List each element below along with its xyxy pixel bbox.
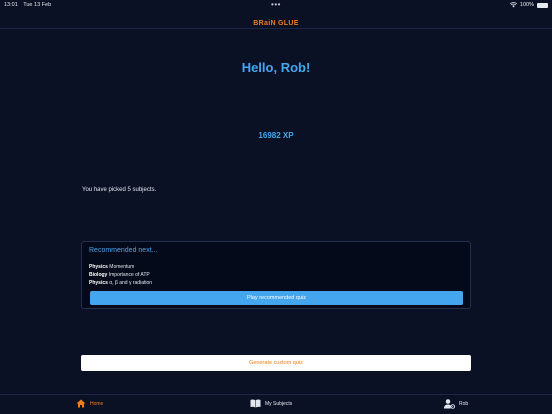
play-recommended-quiz-button[interactable]: Play recommended quiz <box>90 291 463 305</box>
xp-total: 16982 XP <box>258 131 294 140</box>
generate-custom-quiz-button[interactable]: Generate custom quiz <box>81 355 471 371</box>
home-icon <box>76 399 86 408</box>
status-right: 100% <box>509 2 548 8</box>
tab-bar: Home My Subjects Rob <box>0 394 552 414</box>
recommended-subject: Physics <box>89 280 108 286</box>
status-left: 13:01 Tue 13 Feb <box>4 2 55 8</box>
recommended-item: Physics α, β and γ radiation <box>89 279 152 287</box>
picked-subjects-text: You have picked 5 subjects. <box>82 187 157 193</box>
recommended-topic: Momentum <box>109 264 135 270</box>
multitasking-dots-icon[interactable]: ••• <box>271 0 281 9</box>
recommended-title: Recommended next... <box>89 247 158 254</box>
book-icon <box>250 399 261 408</box>
battery-percent: 100% <box>519 2 534 8</box>
battery-icon <box>537 2 548 8</box>
status-date: Tue 13 Feb <box>23 2 52 8</box>
app-screen: 13:01 Tue 13 Feb ••• 100% BRaiN GLUE Hel… <box>0 0 552 414</box>
tab-home[interactable]: Home <box>76 399 103 408</box>
recommended-topic: α, β and γ radiation <box>109 280 153 286</box>
tab-profile[interactable]: Rob <box>444 399 468 409</box>
recommended-card: Recommended next... Physics Momentum Bio… <box>81 241 471 309</box>
greeting-title: Hello, Rob! <box>241 60 311 75</box>
app-logo: BRaiN GLUE <box>253 20 299 27</box>
user-gear-icon <box>444 399 455 409</box>
tab-home-label: Home <box>90 400 104 407</box>
status-time: 13:01 <box>4 2 18 8</box>
tab-my-subjects[interactable]: My Subjects <box>250 399 292 408</box>
recommended-topic: Importance of ATP <box>108 272 150 278</box>
recommended-item: Biology Importance of ATP <box>89 271 152 279</box>
app-header: BRaiN GLUE <box>0 12 552 29</box>
recommended-item: Physics Momentum <box>89 263 152 271</box>
status-bar: 13:01 Tue 13 Feb ••• 100% <box>0 0 552 12</box>
tab-profile-label: Rob <box>459 401 469 407</box>
recommended-subject: Biology <box>89 272 108 278</box>
recommended-subject: Physics <box>89 264 108 270</box>
wifi-icon <box>509 2 517 8</box>
recommended-list: Physics Momentum Biology Importance of A… <box>89 263 152 287</box>
tab-my-subjects-label: My Subjects <box>265 400 293 407</box>
